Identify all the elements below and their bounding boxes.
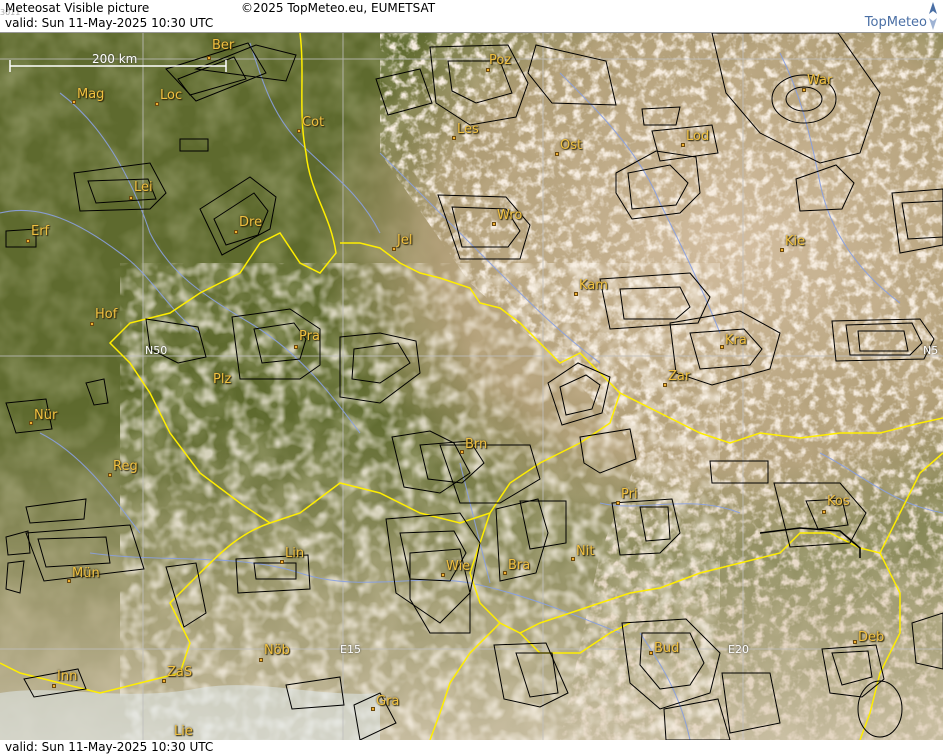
grid-label-e15: E15 [340, 643, 361, 656]
city-marker-bud [649, 651, 653, 655]
city-marker-nit [571, 557, 575, 561]
city-label-poz[interactable]: Poz [489, 54, 511, 68]
city-label-pra[interactable]: Pra [299, 330, 320, 344]
city-label-les[interactable]: Les [457, 123, 479, 137]
map-svg [0, 33, 943, 740]
city-label-mag[interactable]: Mag [77, 88, 104, 102]
city-marker-nur [29, 421, 33, 425]
city-marker-mag [72, 100, 76, 104]
city-label-dre[interactable]: Dre [239, 216, 262, 230]
valid-time-top: valid: Sun 11-May-2025 10:30 UTC [5, 16, 214, 30]
grid-label-n50-left: N50 [145, 344, 168, 357]
city-marker-brn [460, 450, 464, 454]
map-canvas[interactable]: 200 km N50 N5 E15 E20 Ber Poz War Mag Lo… [0, 33, 943, 740]
city-marker-hof [90, 322, 94, 326]
valid-time-bottom: valid: Sun 11-May-2025 10:30 UTC [5, 740, 214, 754]
city-label-gra[interactable]: Gra [376, 695, 399, 709]
city-label-zar[interactable]: Zar [668, 370, 690, 384]
city-marker-bra [503, 571, 507, 575]
city-marker-kos [822, 510, 826, 514]
satellite-map-viewer: Meteosat Visible picture valid: Sun 11-M… [0, 0, 943, 754]
city-marker-deb [853, 640, 857, 644]
map-header: Meteosat Visible picture valid: Sun 11-M… [0, 0, 943, 33]
city-label-nur[interactable]: Nür [34, 409, 57, 423]
city-label-kie[interactable]: Kie [785, 235, 805, 249]
city-label-deb[interactable]: Deb [858, 631, 884, 645]
city-label-kos[interactable]: Kos [827, 495, 850, 509]
city-label-lie[interactable]: Lie [174, 725, 193, 739]
city-marker-dre [234, 230, 238, 234]
city-marker-mun [67, 579, 71, 583]
city-label-nob[interactable]: Nöb [264, 644, 290, 658]
city-marker-zar [663, 383, 667, 387]
city-marker-poz [486, 68, 490, 72]
city-label-erf[interactable]: Erf [31, 225, 49, 239]
grid-label-n50-right: N5 [923, 344, 939, 357]
city-label-bud[interactable]: Bud [654, 642, 679, 656]
city-label-wro[interactable]: Wro [497, 209, 522, 223]
city-label-lod[interactable]: Lod [686, 130, 709, 144]
city-marker-lei [129, 196, 133, 200]
city-marker-wro [492, 222, 496, 226]
north-arrow-icon [929, 2, 937, 30]
brand-logo-text: TopMeteo [864, 15, 927, 30]
city-marker-war [802, 88, 806, 92]
city-label-inn[interactable]: Inn [57, 670, 77, 684]
city-marker-lin [280, 560, 284, 564]
city-marker-les [452, 136, 456, 140]
city-marker-cot [297, 129, 301, 133]
map-footer: valid: Sun 11-May-2025 10:30 UTC [0, 740, 943, 754]
city-label-plz[interactable]: Plz [213, 373, 231, 387]
city-marker-kie [780, 248, 784, 252]
city-label-loc[interactable]: Loc [160, 89, 182, 103]
city-marker-lod [681, 143, 685, 147]
city-marker-reg [108, 473, 112, 477]
city-label-kam[interactable]: Kam [579, 279, 608, 293]
city-marker-loc [155, 102, 159, 106]
city-label-mun[interactable]: Mün [72, 567, 100, 581]
city-marker-erf [26, 239, 30, 243]
city-label-nit[interactable]: Nit [576, 545, 594, 559]
city-label-reg[interactable]: Reg [113, 460, 138, 474]
grid-label-e20: E20 [728, 643, 749, 656]
city-marker-wie [441, 573, 445, 577]
city-marker-jel [392, 247, 396, 251]
city-label-zas[interactable]: ZaS [167, 666, 192, 680]
city-label-brn[interactable]: Brn [465, 438, 487, 452]
city-marker-ber [207, 56, 211, 60]
city-marker-gra [371, 707, 375, 711]
city-marker-kam [574, 292, 578, 296]
city-label-bra[interactable]: Bra [508, 559, 530, 573]
city-label-hof[interactable]: Hof [95, 308, 117, 322]
city-marker-pri [616, 501, 620, 505]
city-label-pri[interactable]: Pri [621, 488, 638, 502]
city-label-jel[interactable]: Jel [397, 234, 412, 248]
city-label-ber[interactable]: Ber [212, 39, 234, 53]
map-title: Meteosat Visible picture [5, 1, 150, 15]
city-label-lei[interactable]: Lei [134, 181, 153, 195]
city-marker-kra [720, 345, 724, 349]
copyright-notice: ©2025 TopMeteo.eu, EUMETSAT [241, 1, 436, 15]
city-marker-ost [555, 152, 559, 156]
scale-bar-label: 200 km [92, 52, 138, 66]
city-label-wie[interactable]: Wie [446, 560, 470, 574]
city-marker-pra [294, 345, 298, 349]
city-marker-inn [52, 684, 56, 688]
city-label-cot[interactable]: Cot [302, 116, 324, 130]
city-marker-nob [259, 658, 263, 662]
city-label-lin[interactable]: Lin [285, 547, 304, 561]
city-label-ost[interactable]: Ost [560, 139, 582, 153]
city-marker-zas [162, 679, 166, 683]
city-label-kra[interactable]: Kra [725, 334, 747, 348]
city-label-war[interactable]: War [807, 74, 832, 88]
